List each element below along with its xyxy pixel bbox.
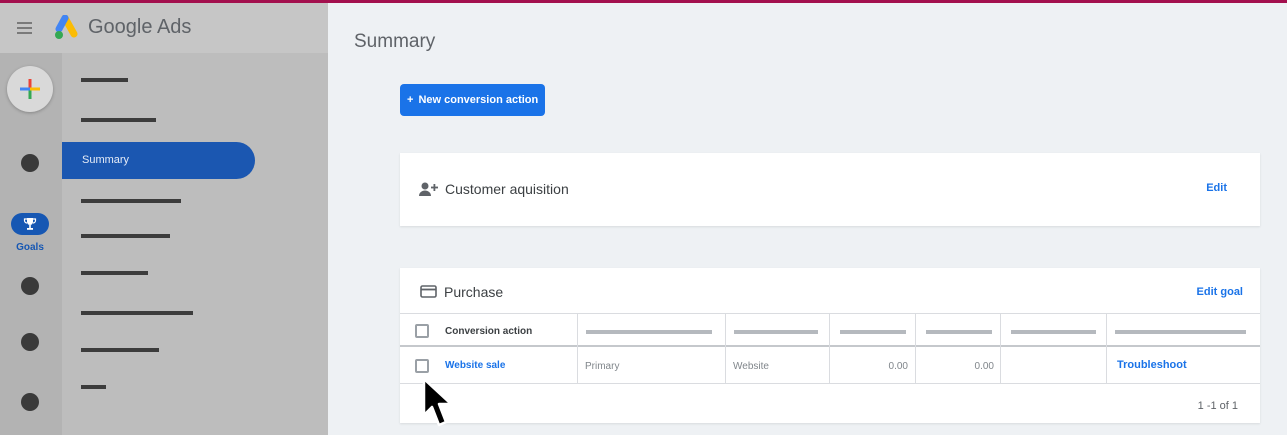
value-cell: 0.00 [974,361,994,372]
rail-item-goals[interactable] [11,213,49,235]
conversion-action-link[interactable]: Website sale [445,360,505,371]
new-conversion-action-label: New conversion action [418,94,539,106]
source-cell: Website [733,361,769,372]
goal-card-purchase: Purchase Edit goal Conversion action Web… [400,268,1260,423]
rail-item-admin[interactable] [21,393,39,411]
column-divider [725,313,726,384]
rail-item-tools[interactable] [21,277,39,295]
mouse-cursor-icon [422,377,453,427]
create-button[interactable] [7,66,53,112]
edit-goal-link[interactable]: Edit goal [1197,286,1243,298]
goal-title: Purchase [444,284,504,300]
goal-title: Customer aquisition [445,181,569,197]
person-add-icon [419,182,438,196]
goal-card-customer-acquisition: Customer aquisition Edit [400,153,1260,226]
google-ads-logo [55,15,78,39]
app-bar: Google Ads [0,3,328,53]
menu-icon[interactable] [17,22,32,34]
select-all-checkbox[interactable] [415,324,429,338]
column-header-placeholder[interactable] [840,330,906,334]
table-bottom-divider [400,383,1260,384]
troubleshoot-link[interactable]: Troubleshoot [1117,359,1187,371]
create-plus-icon [20,79,40,99]
nav-item-placeholder[interactable] [81,78,128,82]
column-divider [829,313,830,384]
trophy-icon [23,218,37,230]
new-conversion-action-button[interactable]: + New conversion action [400,84,545,116]
column-header-conversion-action[interactable]: Conversion action [445,326,532,337]
nav-item-placeholder[interactable] [81,385,106,389]
value-cell: 0.00 [888,361,908,372]
table-top-divider [400,313,1260,314]
column-divider [1000,313,1001,384]
column-divider [577,313,578,384]
nav-item-placeholder[interactable] [81,234,170,238]
left-rail: Goals [0,3,62,435]
nav-item-placeholder[interactable] [81,271,148,275]
rail-goals-label: Goals [16,242,44,253]
nav-item-summary[interactable]: Summary [62,142,255,179]
column-header-placeholder[interactable] [1011,330,1096,334]
nav-item-placeholder[interactable] [81,199,181,203]
column-header-placeholder[interactable] [734,330,818,334]
column-divider [1106,313,1107,384]
nav-item-summary-label: Summary [82,154,130,166]
column-header-placeholder[interactable] [926,330,992,334]
optimization-cell: Primary [585,361,620,372]
pagination-label: 1 -1 of 1 [1197,400,1238,412]
brand-name: Google Ads [88,16,192,38]
goals-nav-panel [62,53,328,435]
column-divider [915,313,916,384]
nav-item-placeholder[interactable] [81,348,159,352]
credit-card-icon [420,285,437,298]
page-title: Summary [354,31,436,52]
plus-icon: + [407,94,414,106]
table-header-divider [400,345,1260,347]
edit-link[interactable]: Edit [1206,182,1227,194]
nav-item-placeholder[interactable] [81,118,156,122]
nav-item-placeholder[interactable] [81,311,193,315]
top-accent-line [0,0,1287,3]
rail-item-billing[interactable] [21,333,39,351]
row-checkbox[interactable] [415,359,429,373]
rail-item-overview[interactable] [21,154,39,172]
column-header-placeholder[interactable] [1115,330,1246,334]
column-header-placeholder[interactable] [586,330,712,334]
